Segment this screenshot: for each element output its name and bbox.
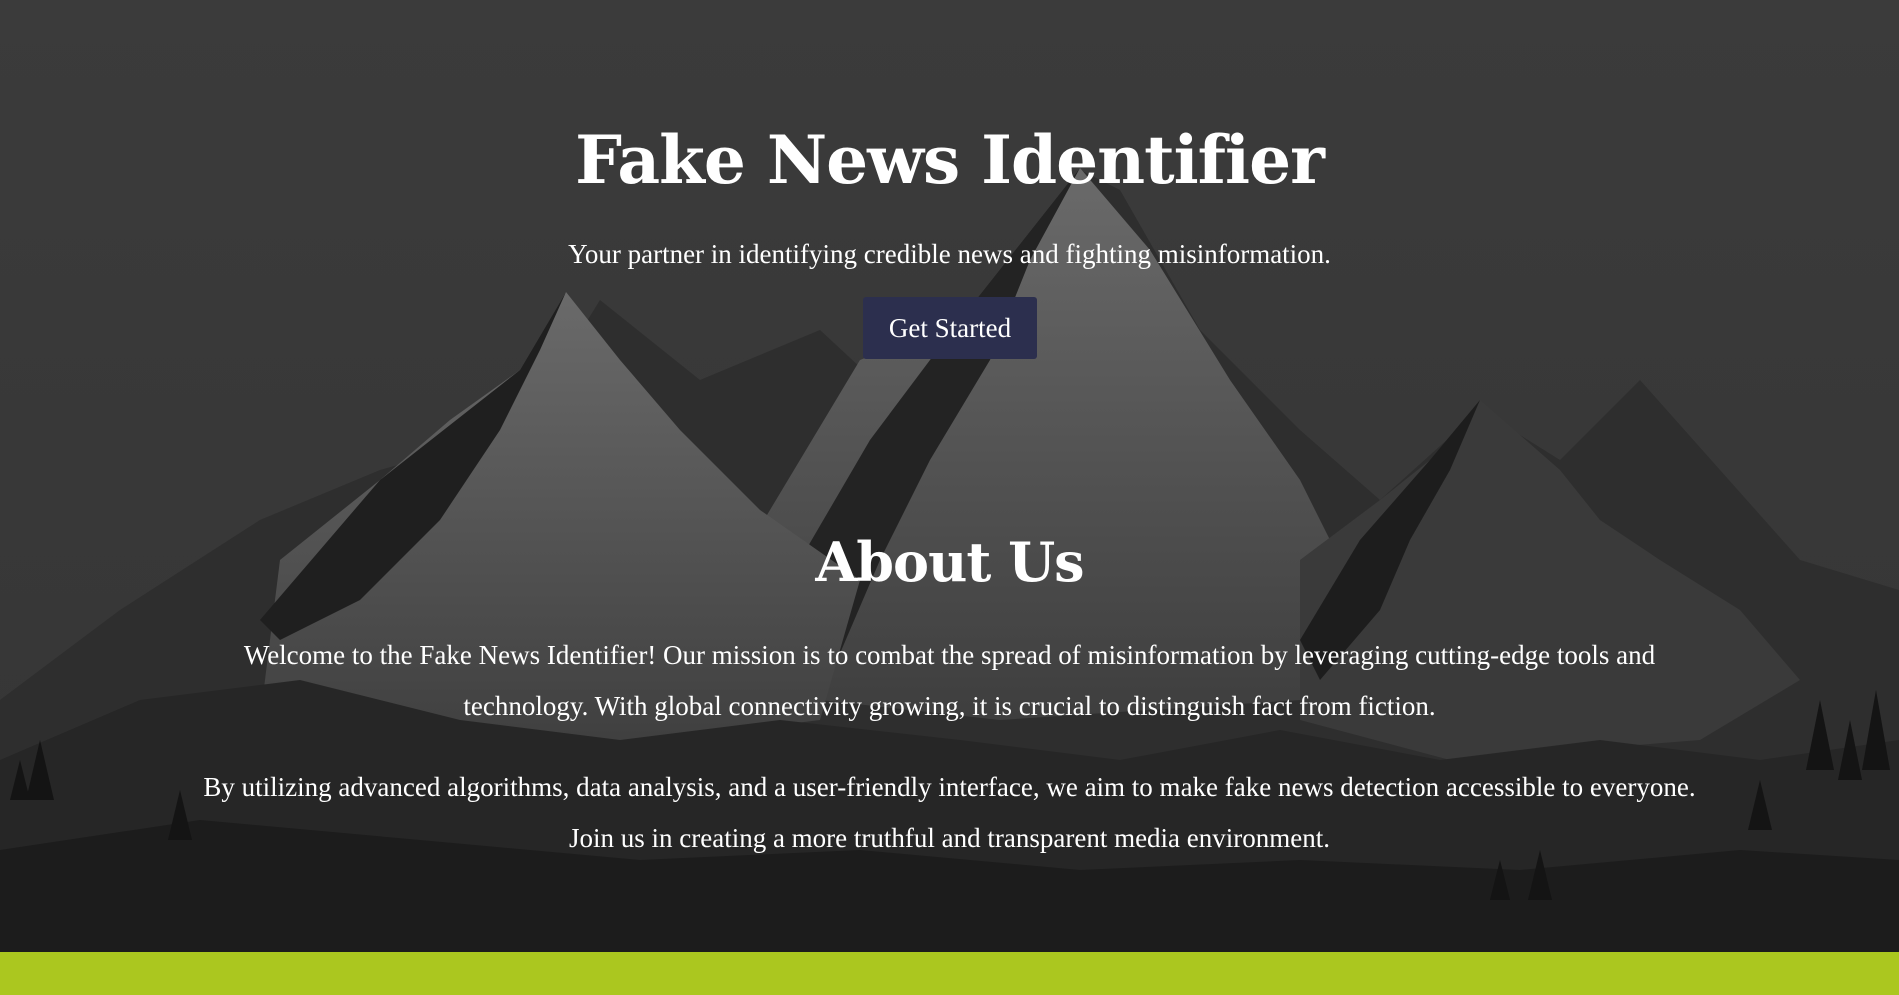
about-paragraph-1: Welcome to the Fake News Identifier! Our… [243,640,1656,721]
hero-section: Fake News Identifier Your partner in ide… [0,0,1899,952]
about-paragraph-2: By utilizing advanced algorithms, data a… [203,772,1696,853]
site-title: Fake News Identifier [575,121,1325,199]
footer-band [0,952,1899,995]
get-started-button[interactable]: Get Started [863,297,1037,359]
hero-tagline: Your partner in identifying credible new… [568,239,1331,269]
page: Fake News Identifier Your partner in ide… [0,0,1899,995]
about-us-heading: About Us [815,530,1084,594]
